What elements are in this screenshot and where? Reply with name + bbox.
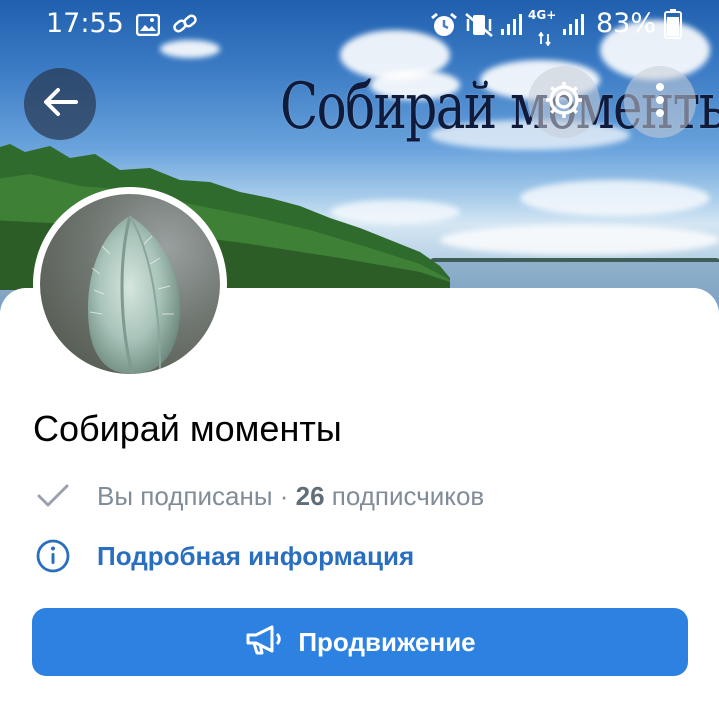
battery-icon [664,9,682,46]
subscription-status: Вы подписаны [97,480,273,511]
data-arrows-icon [538,22,552,53]
subscription-row[interactable]: Вы подписаны · 26 подписчиков [33,476,484,516]
battery-percent: 83% [596,8,657,39]
alarm-icon [430,12,458,45]
separator-dot: · [272,480,296,511]
back-button[interactable] [24,68,96,140]
status-bar: 17:55 4G+ 83% [0,0,719,48]
gear-icon [542,78,586,126]
promotion-label: Продвижение [298,626,476,657]
promotion-button[interactable]: Продвижение [32,608,688,676]
back-arrow-icon [42,87,78,121]
group-name: Собирай моменты [33,408,342,449]
subscribers-count: 26 [295,480,325,511]
signal-icon [500,12,522,43]
signal-icon [562,12,584,43]
network-type: 4G+ [528,8,557,22]
info-link[interactable]: Подробная информация [97,541,414,572]
settings-button[interactable] [528,66,600,138]
image-icon [135,12,161,43]
vibrate-icon [464,12,494,45]
more-vertical-icon [655,82,665,122]
subscribers-label: подписчиков [324,480,485,511]
info-row[interactable]: Подробная информация [33,536,414,576]
megaphone-icon [244,623,284,661]
info-icon [33,536,73,576]
more-button[interactable] [624,66,696,138]
avatar[interactable] [33,187,227,381]
subscription-info: Вы подписаны · 26 подписчиков [97,481,484,512]
check-icon [33,476,73,516]
avatar-image [40,194,220,374]
status-time: 17:55 [46,8,124,39]
link-icon [172,12,198,43]
